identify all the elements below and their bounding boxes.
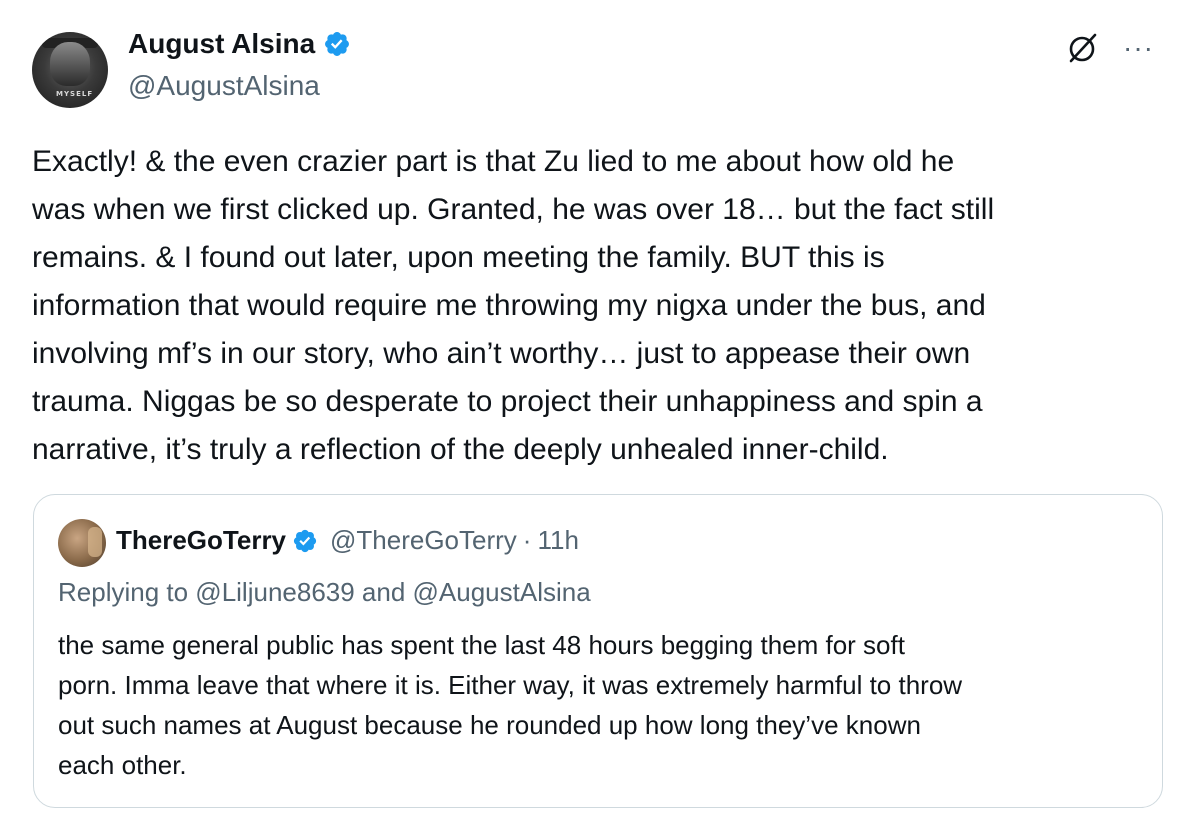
verified-badge-icon: [325, 32, 350, 56]
avatar-face: [50, 42, 90, 86]
avatar-highlight: [88, 527, 102, 557]
quoted-timestamp[interactable]: 11h: [537, 525, 578, 556]
author-display-name[interactable]: August Alsina: [128, 28, 315, 60]
verified-badge-icon: [293, 529, 317, 552]
avatar-text: MYSELF: [56, 90, 94, 98]
separator-dot: ·: [522, 525, 532, 555]
quoted-display-name[interactable]: ThereGoTerry: [116, 525, 286, 556]
quoted-author-row: ThereGoTerry @ThereGoTerry · 11h: [116, 525, 579, 556]
author-name-row: August Alsina: [128, 28, 351, 60]
author-avatar[interactable]: MYSELF: [32, 32, 108, 108]
grok-icon[interactable]: [1065, 30, 1101, 66]
tweet-actions-top: ···: [1065, 30, 1154, 66]
replying-to: Replying to @Liljune8639 and @AugustAlsi…: [58, 577, 591, 607]
quoted-handle[interactable]: @ThereGoTerry: [330, 525, 517, 556]
more-options-icon[interactable]: ···: [1123, 34, 1154, 62]
quoted-author-avatar[interactable]: [58, 519, 106, 567]
tweet: MYSELF August Alsina @AugustAlsina ··· E…: [0, 0, 1184, 828]
tweet-body: Exactly! & the even crazier part is that…: [32, 145, 995, 466]
quoted-tweet[interactable]: ThereGoTerry @ThereGoTerry · 11h Replyin…: [33, 494, 1163, 808]
quoted-body: the same general public has spent the la…: [58, 630, 963, 780]
author-handle[interactable]: @AugustAlsina: [128, 70, 320, 102]
